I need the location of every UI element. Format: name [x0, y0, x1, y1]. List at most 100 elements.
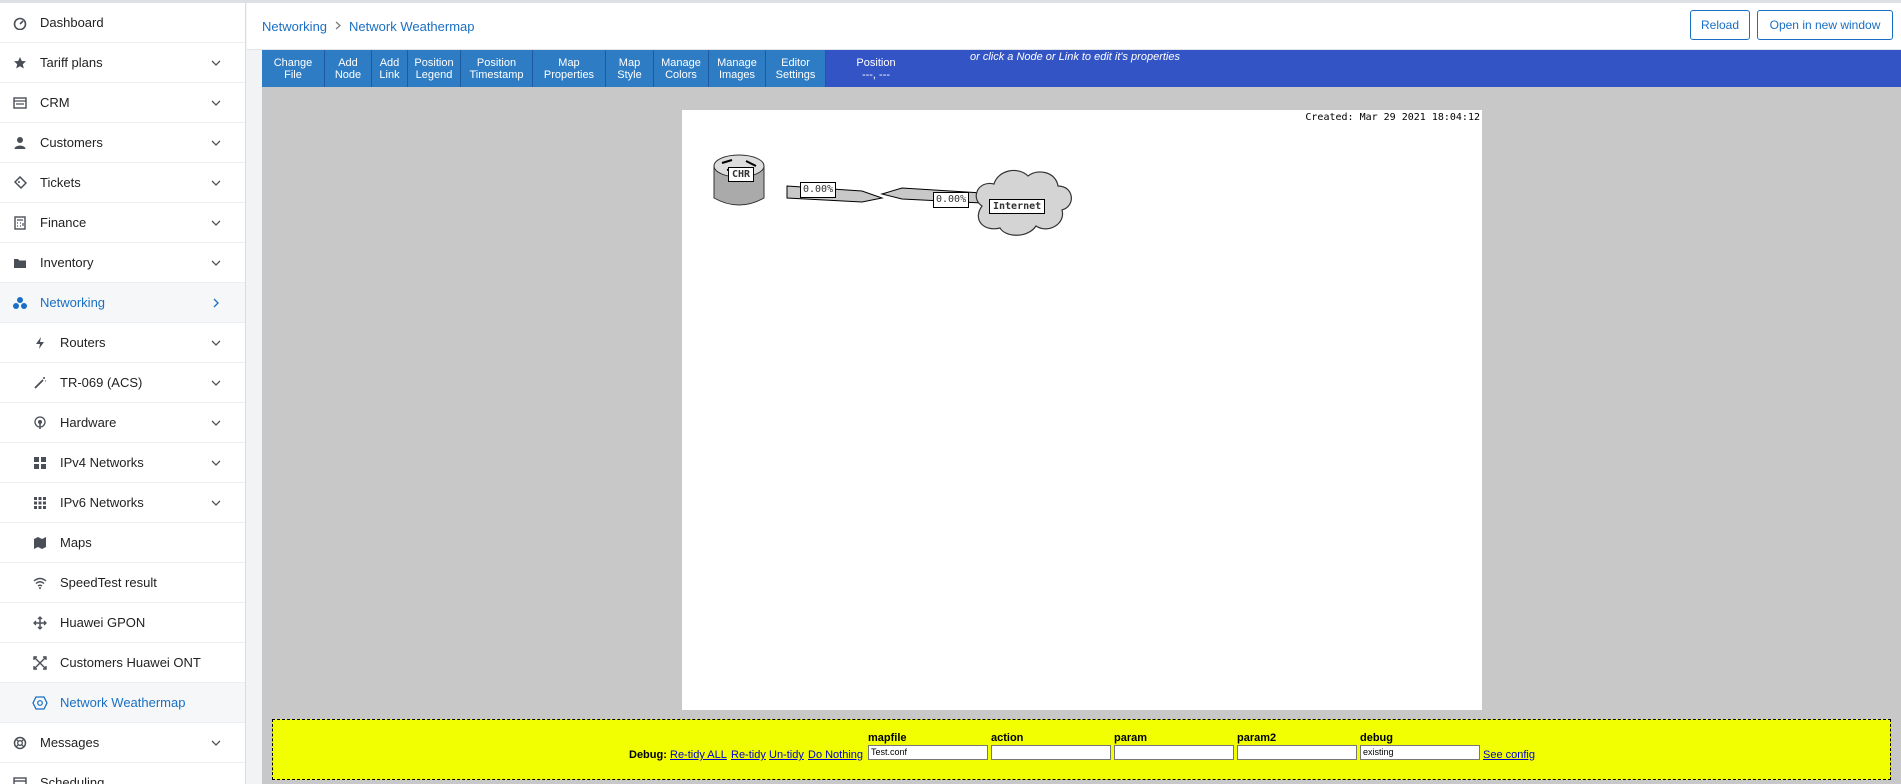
map-icon: [32, 535, 48, 551]
link-label-out[interactable]: 0.00%: [800, 182, 837, 198]
chevron-down-icon: [209, 376, 223, 390]
toolbar-hint: or click a Node or Link to edit it's pro…: [970, 51, 1180, 63]
sidebar-item-crm[interactable]: CRM: [0, 83, 245, 123]
breadcrumb-networking[interactable]: Networking: [262, 19, 327, 34]
sidebar-item-label: Messages: [40, 735, 100, 750]
sidebar-item-label: Customers: [40, 135, 103, 150]
map-style-button[interactable]: Map Style: [606, 50, 654, 87]
expand-icon: [32, 655, 48, 671]
chevron-down-icon: [209, 456, 223, 470]
position-legend-button[interactable]: Position Legend: [408, 50, 461, 87]
folder-icon: [12, 255, 28, 271]
sidebar-item-tr069[interactable]: TR-069 (ACS): [0, 363, 245, 403]
sidebar-item-label: Routers: [60, 335, 106, 350]
position-readout: Position ---, ---: [856, 56, 896, 81]
debug-header-debug: debug: [1360, 732, 1393, 744]
node-label-chr[interactable]: CHR: [728, 167, 755, 182]
sidebar-item-ipv4-networks[interactable]: IPv4 Networks: [0, 443, 245, 483]
add-node-button[interactable]: Add Node: [325, 50, 372, 87]
untidy-link[interactable]: Un-tidy: [769, 749, 804, 761]
debug-header-param2: param2: [1237, 732, 1277, 744]
manage-colors-button[interactable]: Manage Colors: [654, 50, 709, 87]
map-properties-button[interactable]: Map Properties: [533, 50, 606, 87]
sidebar-item-inventory[interactable]: Inventory: [0, 243, 245, 283]
sidebar-item-network-weathermap[interactable]: Network Weathermap: [0, 683, 245, 723]
chevron-down-icon: [209, 416, 223, 430]
sidebar-item-label: Inventory: [40, 255, 94, 270]
editor-settings-button[interactable]: Editor Settings: [766, 50, 826, 87]
debug-header-mapfile: mapfile: [868, 732, 907, 744]
sidebar-item-maps[interactable]: Maps: [0, 523, 245, 563]
crm-icon: [12, 95, 28, 111]
editor-toolbar: Change File Add Node Add Link Position L…: [262, 50, 1901, 87]
add-link-button[interactable]: Add Link: [372, 50, 408, 87]
sidebar-item-dashboard[interactable]: Dashboard: [0, 3, 245, 43]
sidebar-item-scheduling[interactable]: Scheduling: [0, 763, 245, 784]
sidebar-item-finance[interactable]: Finance: [0, 203, 245, 243]
sidebar-item-label: Network Weathermap: [60, 695, 186, 710]
user-icon: [12, 135, 28, 151]
wifi-icon: [32, 575, 48, 591]
sidebar-item-customers[interactable]: Customers: [0, 123, 245, 163]
debug-header-param: param: [1114, 732, 1148, 744]
sidebar-item-speedtest[interactable]: SpeedTest result: [0, 563, 245, 603]
debug-panel: mapfile action param param2 debug Debug:…: [272, 719, 1891, 780]
breadcrumb-network-weathermap[interactable]: Network Weathermap: [349, 19, 474, 34]
sidebar-item-label: Hardware: [60, 415, 117, 430]
manage-images-button[interactable]: Manage Images: [709, 50, 766, 87]
change-file-button[interactable]: Change File: [262, 50, 325, 87]
retidy-link[interactable]: Re-tidy: [731, 749, 766, 761]
chevron-down-icon: [209, 96, 223, 110]
chevron-down-icon: [209, 136, 223, 150]
chevron-right-icon: [209, 296, 223, 310]
sidebar-item-messages[interactable]: Messages: [0, 723, 245, 763]
sidebar-item-ipv6-networks[interactable]: IPv6 Networks: [0, 483, 245, 523]
do-nothing-link[interactable]: Do Nothing: [808, 749, 863, 761]
sidebar-item-hardware[interactable]: Hardware: [0, 403, 245, 443]
weathermap-canvas[interactable]: Created: Mar 29 2021 18:04:12 CHR 0.00% …: [682, 110, 1482, 710]
sidebar-item-huawei-gpon[interactable]: Huawei GPON: [0, 603, 245, 643]
sidebar-item-customers-huawei-ont[interactable]: Customers Huawei ONT: [0, 643, 245, 683]
sidebar-item-label: SpeedTest result: [60, 575, 157, 590]
see-config-link[interactable]: See config: [1483, 749, 1535, 761]
retidy-all-link[interactable]: Re-tidy ALL: [670, 749, 727, 761]
sidebar-item-label: IPv6 Networks: [60, 495, 144, 510]
sidebar-item-label: Huawei GPON: [60, 615, 146, 630]
sidebar-item-networking[interactable]: Networking: [0, 283, 245, 323]
bolt-icon: [32, 335, 48, 351]
open-new-window-button[interactable]: Open in new window: [1757, 10, 1893, 40]
debug-label: Debug:: [629, 749, 667, 761]
ticket-icon: [12, 175, 28, 191]
weathermap-editor: Change File Add Node Add Link Position L…: [262, 50, 1901, 784]
broadcast-icon: [32, 415, 48, 431]
sidebar-item-label: IPv4 Networks: [60, 455, 144, 470]
action-input[interactable]: [991, 745, 1111, 760]
sidebar-item-tariff-plans[interactable]: Tariff plans: [0, 43, 245, 83]
breadcrumb: Networking Network Weathermap: [262, 19, 475, 34]
grid-icon: [32, 455, 48, 471]
param2-input[interactable]: [1237, 745, 1357, 760]
lifebuoy-icon: [12, 735, 28, 751]
sidebar-item-tickets[interactable]: Tickets: [0, 163, 245, 203]
link-label-in[interactable]: 0.00%: [933, 192, 970, 208]
chevron-down-icon: [209, 216, 223, 230]
chevron-down-icon: [209, 336, 223, 350]
chevron-down-icon: [209, 176, 223, 190]
debug-input[interactable]: existing: [1360, 745, 1480, 760]
sidebar-item-label: Tariff plans: [40, 55, 103, 70]
chevron-down-icon: [209, 56, 223, 70]
param-input[interactable]: [1114, 745, 1234, 760]
sidebar-item-label: TR-069 (ACS): [60, 375, 143, 390]
mapfile-input[interactable]: Test.conf: [868, 745, 988, 760]
sidebar-item-label: CRM: [40, 95, 70, 110]
sidebar-item-label: Customers Huawei ONT: [60, 655, 201, 670]
page-header: Networking Network Weathermap Reload Ope…: [247, 3, 1901, 50]
sidebar-item-routers[interactable]: Routers: [0, 323, 245, 363]
chevron-down-icon: [209, 256, 223, 270]
arrows-icon: [32, 615, 48, 631]
node-label-internet[interactable]: Internet: [989, 199, 1046, 214]
position-timestamp-button[interactable]: Position Timestamp: [461, 50, 533, 87]
dashboard-icon: [12, 15, 28, 31]
star-icon: [12, 55, 28, 71]
reload-button[interactable]: Reload: [1690, 10, 1750, 40]
